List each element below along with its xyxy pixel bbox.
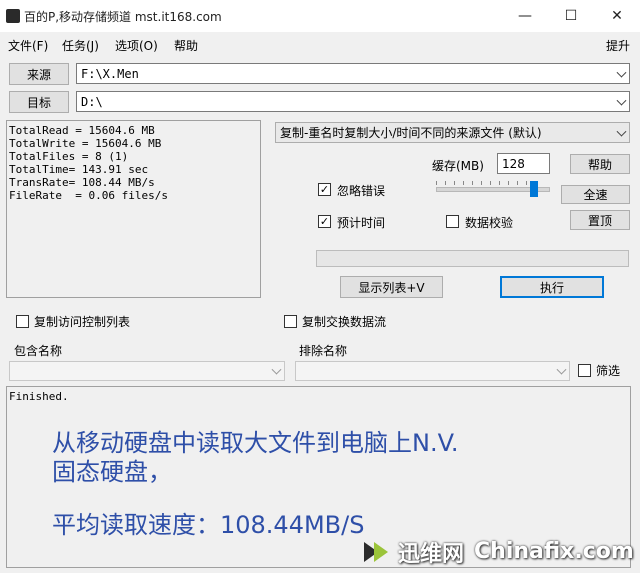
execute-button[interactable]: 执行 [500, 276, 604, 298]
include-names-combo[interactable] [9, 361, 285, 381]
menu-options[interactable]: 选项(O) [115, 37, 158, 54]
chevron-down-icon[interactable] [616, 95, 627, 106]
close-icon: ✕ [611, 8, 623, 24]
annotation-line-3: 平均读取速度：108.44MB/S [52, 511, 365, 539]
exclude-label: 排除名称 [299, 344, 348, 358]
filter-label: 筛选 [596, 364, 621, 378]
copy-acl-checkbox[interactable] [16, 315, 29, 328]
app-icon [6, 9, 20, 23]
chevron-down-icon[interactable] [616, 67, 627, 78]
buffer-size-input[interactable]: 128 [497, 153, 550, 174]
copy-acl-label: 复制访问控制列表 [34, 315, 131, 329]
progress-bar [316, 250, 629, 267]
watermark: 迅维网 Chinafix.com [360, 530, 640, 573]
source-path-text: F:\X.Men [81, 66, 139, 81]
target-path-combo[interactable]: D:\ [76, 91, 630, 112]
menu-task[interactable]: 任务(J) [62, 37, 99, 54]
speed-slider-thumb[interactable] [530, 181, 538, 197]
source-path-combo[interactable]: F:\X.Men [76, 63, 630, 84]
estimate-time-checkbox[interactable]: ✓ [318, 215, 331, 228]
watermark-logo-icon [364, 541, 388, 562]
minimize-icon: — [518, 8, 532, 24]
minimize-button[interactable]: — [502, 0, 548, 32]
annotation-line-2: 固态硬盘， [52, 458, 172, 486]
chevron-down-icon[interactable] [271, 364, 282, 375]
checkmark-icon: ✓ [319, 215, 330, 228]
watermark-brand-cn: 迅维网 [398, 541, 465, 567]
target-button[interactable]: 目标 [9, 91, 69, 113]
maximize-button[interactable]: ☐ [548, 0, 594, 32]
ignore-errors-checkbox[interactable]: ✓ [318, 183, 331, 196]
copy-streams-checkbox[interactable] [284, 315, 297, 328]
copy-mode-select[interactable]: 复制-重名时复制大小/时间不同的来源文件 (默认) [275, 122, 630, 143]
copy-mode-text: 复制-重名时复制大小/时间不同的来源文件 (默认) [280, 126, 542, 140]
watermark-brand-en: Chinafix.com [474, 539, 634, 564]
slider-ticks [436, 181, 544, 185]
estimate-time-label: 预计时间 [337, 216, 386, 230]
statistics-panel: TotalRead = 15604.6 MB TotalWrite = 1560… [6, 120, 261, 298]
buffer-label: 缓存(MB) [432, 159, 484, 173]
chevron-down-icon[interactable] [556, 364, 567, 375]
include-label: 包含名称 [14, 344, 63, 358]
help-button[interactable]: 帮助 [570, 154, 630, 174]
ignore-errors-label: 忽略错误 [337, 184, 386, 198]
window-title: 百的P,移动存储频道 mst.it168.com [24, 10, 222, 24]
menu-elevate[interactable]: 提升 [606, 37, 630, 54]
menu-help[interactable]: 帮助 [174, 37, 198, 54]
filter-checkbox[interactable] [578, 364, 591, 377]
verify-label: 数据校验 [465, 216, 514, 230]
exclude-names-combo[interactable] [295, 361, 570, 381]
log-status-line: Finished. [9, 390, 69, 403]
full-speed-button[interactable]: 全速 [561, 185, 630, 204]
reset-button[interactable]: 置顶 [570, 210, 630, 230]
chevron-down-icon[interactable] [616, 126, 627, 137]
close-button[interactable]: ✕ [594, 0, 640, 32]
checkmark-icon: ✓ [319, 183, 330, 196]
maximize-icon: ☐ [564, 8, 578, 24]
source-button[interactable]: 来源 [9, 63, 69, 85]
show-list-button[interactable]: 显示列表+V [340, 276, 443, 298]
copy-streams-label: 复制交换数据流 [302, 315, 387, 329]
verify-checkbox[interactable] [446, 215, 459, 228]
target-path-text: D:\ [81, 94, 103, 109]
menu-file[interactable]: 文件(F) [8, 37, 48, 54]
